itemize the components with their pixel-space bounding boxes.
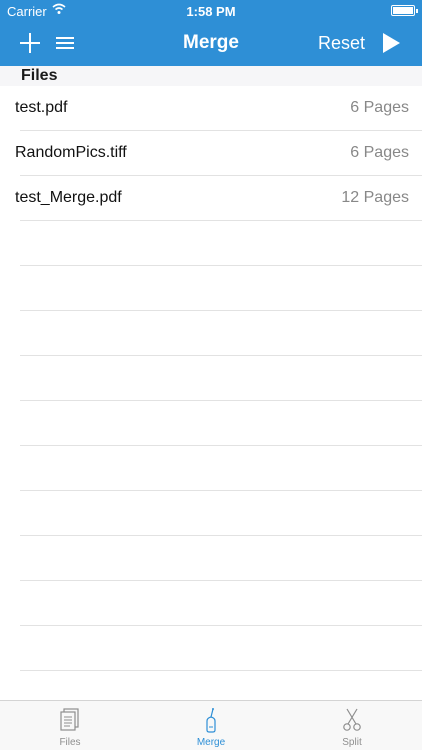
file-list: test.pdf 6 Pages RandomPics.tiff 6 Pages… — [0, 86, 422, 671]
file-name: RandomPics.tiff — [15, 144, 127, 161]
empty-row — [20, 401, 422, 446]
page-count: 12 Pages — [341, 189, 409, 206]
tab-bar: Files Merge Split — [0, 700, 422, 750]
top-bar: Carrier 1:58 PM Merge Reset — [0, 0, 422, 66]
tab-files[interactable]: Files — [0, 701, 140, 750]
file-row[interactable]: RandomPics.tiff 6 Pages — [15, 131, 422, 176]
empty-row — [20, 536, 422, 581]
section-header: Files — [0, 66, 422, 86]
file-name: test_Merge.pdf — [15, 189, 122, 206]
file-row[interactable]: test.pdf 6 Pages — [15, 86, 422, 131]
tab-label: Files — [59, 737, 81, 748]
empty-row — [20, 446, 422, 491]
empty-row — [20, 581, 422, 626]
reset-button[interactable]: Reset — [318, 33, 365, 54]
file-row[interactable]: test_Merge.pdf 12 Pages — [15, 176, 422, 221]
document-icon — [60, 708, 79, 731]
tab-label: Merge — [196, 737, 226, 748]
status-time: 1:58 PM — [186, 4, 236, 19]
merge-icon — [206, 708, 216, 733]
tab-split[interactable]: Split — [282, 701, 422, 750]
page-count: 6 Pages — [350, 144, 409, 161]
empty-row — [20, 311, 422, 356]
section-title: Files — [21, 67, 58, 84]
empty-row — [20, 626, 422, 671]
empty-row — [20, 356, 422, 401]
status-bar: Carrier 1:58 PM — [0, 0, 422, 22]
empty-row — [20, 266, 422, 311]
scissors-icon — [343, 708, 361, 731]
tab-label: Split — [342, 737, 362, 748]
empty-row — [20, 221, 422, 266]
file-name: test.pdf — [15, 99, 68, 116]
empty-row — [20, 491, 422, 536]
navigation-bar: Merge Reset — [0, 22, 422, 66]
battery-icon — [391, 5, 418, 16]
page-count: 6 Pages — [350, 99, 409, 116]
tab-merge[interactable]: Merge — [141, 701, 281, 750]
play-icon[interactable] — [383, 33, 400, 53]
